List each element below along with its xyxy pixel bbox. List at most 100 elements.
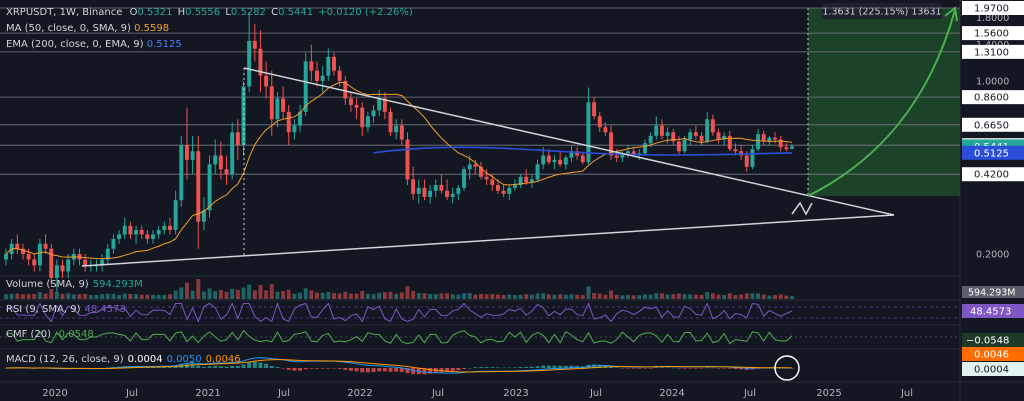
volume-bar xyxy=(173,290,178,299)
macd-histogram-bar xyxy=(326,368,331,369)
volume-bar xyxy=(541,293,546,299)
volume-bar xyxy=(637,295,642,299)
candle-body xyxy=(495,184,500,191)
volume-bar xyxy=(739,294,744,299)
macd-legend-value-3: 0.0046 xyxy=(205,354,241,365)
candle-body xyxy=(179,145,184,201)
candle-body xyxy=(15,243,20,249)
macd-axis-value-1: 0.0046 xyxy=(974,350,1009,361)
volume-bar xyxy=(241,287,246,299)
candle-body xyxy=(507,187,512,194)
candle-body xyxy=(456,187,461,194)
macd-histogram-bar xyxy=(269,366,274,368)
candle-body xyxy=(4,254,8,260)
volume-legend[interactable]: Volume (SMA, 9) 594.293M xyxy=(6,279,147,290)
candle-body xyxy=(490,179,495,185)
macd-histogram-bar xyxy=(456,368,461,371)
ema-legend-value: 0.5125 xyxy=(146,39,182,50)
price-badge-label: 0.5125 xyxy=(974,148,1009,159)
candle-body xyxy=(467,164,472,170)
macd-histogram-bar xyxy=(286,368,291,370)
volume-bar xyxy=(710,293,715,299)
macd-histogram-bar xyxy=(473,367,478,368)
candle-body xyxy=(156,230,161,235)
rsi-legend[interactable]: RSI (9, SMA, 9) 48.4573 xyxy=(6,304,130,315)
macd-legend[interactable]: MACD (12, 26, close, 9) 0.0004 0.0050 0.004… xyxy=(6,354,245,365)
volume-legend-value: 594.293M xyxy=(92,279,143,290)
candle-body xyxy=(117,234,122,239)
macd-histogram-bar xyxy=(524,366,529,368)
x-tick-label: 2022 xyxy=(347,388,372,399)
macd-histogram-bar xyxy=(699,368,704,369)
volume-bar xyxy=(563,294,568,299)
macd-histogram-bar xyxy=(648,368,653,369)
volume-bar xyxy=(49,289,54,299)
close-value: 0.5441 xyxy=(278,7,314,18)
volume-bar xyxy=(699,294,704,299)
price-badge-label: 0.4200 xyxy=(974,170,1009,181)
macd-histogram-bar xyxy=(512,367,517,368)
ma-legend-label: MA (50, close, 0, SMA, 9) xyxy=(6,23,131,34)
ema-legend[interactable]: EMA (200, close, 0, EMA, 9) 0.5125 xyxy=(6,39,182,50)
volume-bar xyxy=(213,291,218,299)
volume-bar xyxy=(292,293,297,299)
cmf-axis-value: −0.0548 xyxy=(966,336,1009,347)
candle-body xyxy=(230,132,235,175)
volume-bar xyxy=(258,285,263,299)
volume-bar xyxy=(546,294,551,299)
volume-bar xyxy=(512,295,517,299)
macd-histogram-bar xyxy=(693,368,698,369)
macd-histogram-bar xyxy=(716,368,721,369)
cmf-legend[interactable]: CMF (20) -0.0548 xyxy=(6,329,98,340)
candle-body xyxy=(252,40,257,49)
candle-body xyxy=(348,98,353,105)
macd-histogram-bar xyxy=(642,368,647,369)
macd-histogram-bar xyxy=(614,367,619,368)
candle-body xyxy=(151,234,156,239)
volume-bar xyxy=(60,293,65,299)
macd-histogram-bar xyxy=(705,367,710,369)
change-value: +0.0120 (+2.26%) xyxy=(318,7,413,18)
volume-bar xyxy=(705,292,710,299)
volume-bar xyxy=(609,290,614,299)
volume-bar xyxy=(190,290,195,299)
macd-histogram-bar xyxy=(462,368,467,370)
macd-histogram-bar xyxy=(676,368,681,369)
macd-histogram-bar xyxy=(535,366,540,368)
macd-histogram-bar xyxy=(682,368,687,369)
candle-body xyxy=(524,176,529,183)
volume-bar xyxy=(620,295,625,299)
x-tick-label: 2024 xyxy=(659,388,684,399)
volume-bar xyxy=(592,293,597,299)
volume-bar xyxy=(518,294,523,299)
projection-zone xyxy=(808,8,960,196)
macd-histogram-bar xyxy=(365,368,370,373)
volume-bar xyxy=(9,293,14,299)
candle-body xyxy=(614,155,619,158)
volume-bar xyxy=(360,290,365,299)
volume-bar xyxy=(773,295,778,299)
candle-body xyxy=(756,134,761,150)
volume-bar xyxy=(535,293,540,299)
macd-histogram-bar xyxy=(360,368,365,373)
price-badge-label: 0.8600 xyxy=(974,93,1009,104)
volume-bar xyxy=(558,294,563,299)
candle-body xyxy=(309,61,314,71)
candle-body xyxy=(111,238,116,249)
macd-histogram-bar xyxy=(490,367,495,368)
candle-body xyxy=(535,164,540,180)
macd-histogram-bar xyxy=(230,365,235,368)
xrp-price-chart[interactable]: 1.3631 (225.15%) 13631 1.80001.40001.000… xyxy=(0,0,1024,401)
candle-body xyxy=(648,135,653,144)
candle-body xyxy=(665,132,670,136)
candle-body xyxy=(354,104,359,108)
macd-histogram-bar xyxy=(168,367,172,368)
volume-bar xyxy=(784,295,789,299)
volume-bar xyxy=(94,295,99,299)
volume-bar xyxy=(377,292,382,299)
macd-histogram-bar xyxy=(541,365,546,368)
x-tick-label: 2025 xyxy=(816,388,841,399)
ma-legend[interactable]: MA (50, close, 0, SMA, 9) 0.5598 xyxy=(6,23,169,34)
volume-bar xyxy=(168,294,172,299)
price-badge-label: 1.3100 xyxy=(974,47,1009,58)
